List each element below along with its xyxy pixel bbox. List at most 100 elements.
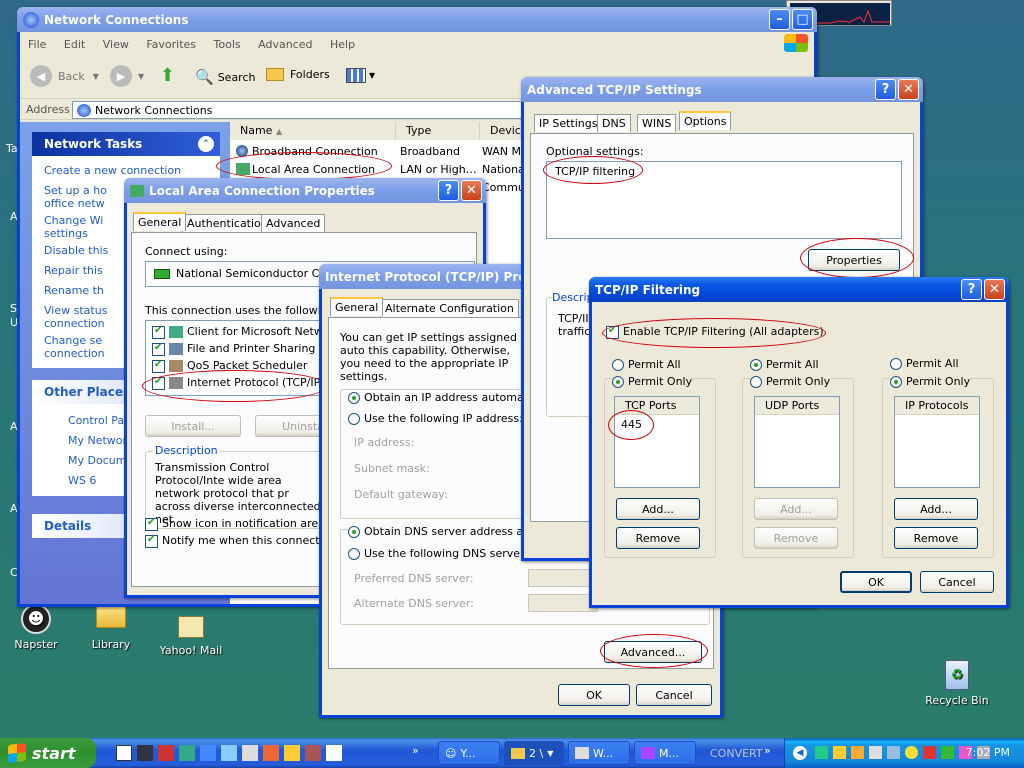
chevron-double-icon[interactable]: » bbox=[764, 744, 771, 757]
tab-advanced[interactable]: Advanced bbox=[261, 214, 326, 232]
clock[interactable]: 7:02 PM bbox=[966, 746, 1010, 759]
udp-add-button[interactable]: Add... bbox=[754, 498, 838, 520]
chevron-double-icon[interactable]: » bbox=[412, 744, 419, 757]
tab-alternate-configuration[interactable]: Alternate Configuration bbox=[380, 299, 519, 317]
properties-button[interactable]: Properties bbox=[808, 249, 900, 271]
tcp-permit-only-radio[interactable]: Permit Only bbox=[612, 375, 693, 388]
quick-launch-icon[interactable] bbox=[158, 745, 174, 761]
quick-launch-icon[interactable] bbox=[242, 745, 258, 761]
use-ip-radio[interactable]: Use the following IP address: bbox=[348, 412, 523, 425]
ok-button[interactable]: OK bbox=[558, 684, 630, 706]
task-repair-connection[interactable]: Repair this bbox=[44, 264, 103, 277]
title-bar[interactable]: TCP/IP Filtering ? ✕ bbox=[589, 277, 1009, 302]
help-button[interactable]: ? bbox=[438, 180, 459, 201]
tray-icon[interactable] bbox=[923, 746, 936, 759]
quick-launch-icon[interactable] bbox=[137, 745, 153, 761]
start-button[interactable]: start bbox=[0, 738, 96, 768]
place-control-panel[interactable]: Control Pa bbox=[68, 414, 124, 427]
table-row[interactable]: Local Area Connection LAN or High… Natio… bbox=[234, 162, 534, 178]
list-item[interactable]: File and Printer Sharing for M bbox=[152, 342, 347, 356]
radio[interactable] bbox=[612, 359, 624, 371]
task-setup-home-office-2[interactable]: office netw bbox=[44, 197, 105, 210]
tray-icon[interactable] bbox=[815, 746, 828, 759]
udp-permit-all-radio[interactable]: Permit All bbox=[750, 358, 819, 371]
tray-icon[interactable] bbox=[905, 746, 918, 759]
tcp-add-button[interactable]: Add... bbox=[616, 498, 700, 520]
enable-filtering-checkbox[interactable]: Enable TCP/IP Filtering (All adapters) bbox=[606, 325, 824, 339]
ip-permit-all-radio[interactable]: Permit All bbox=[890, 357, 959, 370]
desktop-icon-napster[interactable]: ☻ Napster bbox=[1, 604, 71, 651]
maximize-button[interactable]: □ bbox=[792, 9, 813, 30]
quick-launch-icon[interactable] bbox=[305, 745, 321, 761]
quick-launch-icon[interactable] bbox=[200, 745, 216, 761]
radio[interactable] bbox=[890, 376, 902, 388]
install-button[interactable]: Install... bbox=[145, 415, 241, 437]
radio[interactable] bbox=[348, 392, 360, 404]
tab-general[interactable]: General bbox=[133, 212, 187, 231]
tab-authentication[interactable]: Authentication bbox=[182, 214, 273, 232]
menu-file[interactable]: File bbox=[28, 38, 46, 51]
list-item[interactable]: QoS Packet Scheduler bbox=[152, 359, 307, 373]
task-setup-home-office[interactable]: Set up a ho bbox=[44, 184, 107, 197]
quick-launch-icon[interactable] bbox=[116, 745, 132, 761]
tab-ip-settings[interactable]: IP Settings bbox=[534, 114, 603, 132]
list-item[interactable]: TCP/IP filtering bbox=[555, 165, 635, 178]
place-my-network[interactable]: My Networ bbox=[68, 434, 127, 447]
radio[interactable] bbox=[348, 526, 360, 538]
minimize-button[interactable]: – bbox=[769, 9, 790, 30]
ip-protocols-header[interactable]: IP Protocols bbox=[895, 397, 979, 415]
checkbox-file-sharing[interactable] bbox=[152, 342, 165, 356]
back-button[interactable]: ◀ Back ▼ bbox=[30, 65, 99, 87]
tray-icon[interactable] bbox=[869, 746, 882, 759]
list-item[interactable]: Client for Microsoft Network bbox=[152, 325, 340, 339]
close-button[interactable]: ✕ bbox=[984, 279, 1005, 300]
checkbox[interactable] bbox=[145, 517, 158, 531]
place-ws6[interactable]: WS 6 bbox=[68, 474, 96, 487]
column-header-name[interactable]: Name ▲ bbox=[230, 122, 396, 140]
tcp-permit-all-radio[interactable]: Permit All bbox=[612, 358, 681, 371]
task-create-connection[interactable]: Create a new connection bbox=[44, 164, 181, 177]
taskbar-item-yahoo[interactable]: ☺ Y... bbox=[438, 741, 500, 765]
task-rename-connection[interactable]: Rename th bbox=[44, 284, 104, 297]
desktop-icon-library[interactable]: Library bbox=[76, 604, 146, 651]
ok-button[interactable]: OK bbox=[840, 571, 912, 593]
radio[interactable] bbox=[348, 548, 360, 560]
menu-favorites[interactable]: Favorites bbox=[146, 38, 196, 51]
task-change-settings-2[interactable]: connection bbox=[44, 347, 105, 360]
checkbox[interactable] bbox=[606, 325, 619, 339]
title-bar[interactable]: Local Area Connection Properties ? ✕ bbox=[124, 178, 486, 203]
forward-button[interactable]: ▶ ▼ bbox=[110, 65, 144, 87]
close-button[interactable]: ✕ bbox=[461, 180, 482, 201]
ip-remove-button[interactable]: Remove bbox=[894, 527, 978, 549]
help-button[interactable]: ? bbox=[875, 79, 896, 100]
menu-view[interactable]: View bbox=[103, 38, 129, 51]
tab-dns[interactable]: DNS bbox=[597, 114, 631, 132]
taskbar-item-folders[interactable]: 2 \ ▼ bbox=[504, 741, 564, 765]
checkbox-client[interactable] bbox=[152, 325, 165, 339]
taskbar-item-w[interactable]: W... bbox=[568, 741, 630, 765]
list-item[interactable]: Internet Protocol (TCP/IP) bbox=[152, 376, 325, 390]
obtain-dns-radio[interactable]: Obtain DNS server address auto bbox=[348, 525, 544, 538]
checkbox-tcpip[interactable] bbox=[152, 376, 165, 390]
udp-permit-only-radio[interactable]: Permit Only bbox=[750, 375, 831, 388]
list-item[interactable]: 445 bbox=[615, 415, 699, 431]
task-view-status[interactable]: View status bbox=[44, 304, 107, 317]
convert-toolbar-label[interactable]: CONVERT bbox=[710, 747, 763, 760]
tray-icon[interactable] bbox=[851, 746, 864, 759]
help-button[interactable]: ? bbox=[961, 279, 982, 300]
udp-ports-header[interactable]: UDP Ports bbox=[755, 397, 839, 415]
title-bar[interactable]: Advanced TCP/IP Settings ? ✕ bbox=[521, 77, 923, 102]
desktop-icon-yahoo-mail[interactable]: Yahoo! Mail bbox=[156, 616, 226, 657]
radio[interactable] bbox=[750, 376, 762, 388]
radio[interactable] bbox=[890, 358, 902, 370]
task-change-windows-firewall-2[interactable]: settings bbox=[44, 227, 88, 240]
quick-launch-icon[interactable] bbox=[263, 745, 279, 761]
tray-expand-icon[interactable]: ◀ bbox=[793, 746, 807, 760]
menu-tools[interactable]: Tools bbox=[214, 38, 241, 51]
quick-launch-icon[interactable] bbox=[284, 745, 300, 761]
advanced-button[interactable]: Advanced... bbox=[604, 641, 702, 663]
tab-general[interactable]: General bbox=[330, 297, 384, 316]
tray-icon[interactable] bbox=[833, 746, 846, 759]
radio[interactable] bbox=[750, 359, 762, 371]
task-disable-device[interactable]: Disable this bbox=[44, 244, 108, 257]
